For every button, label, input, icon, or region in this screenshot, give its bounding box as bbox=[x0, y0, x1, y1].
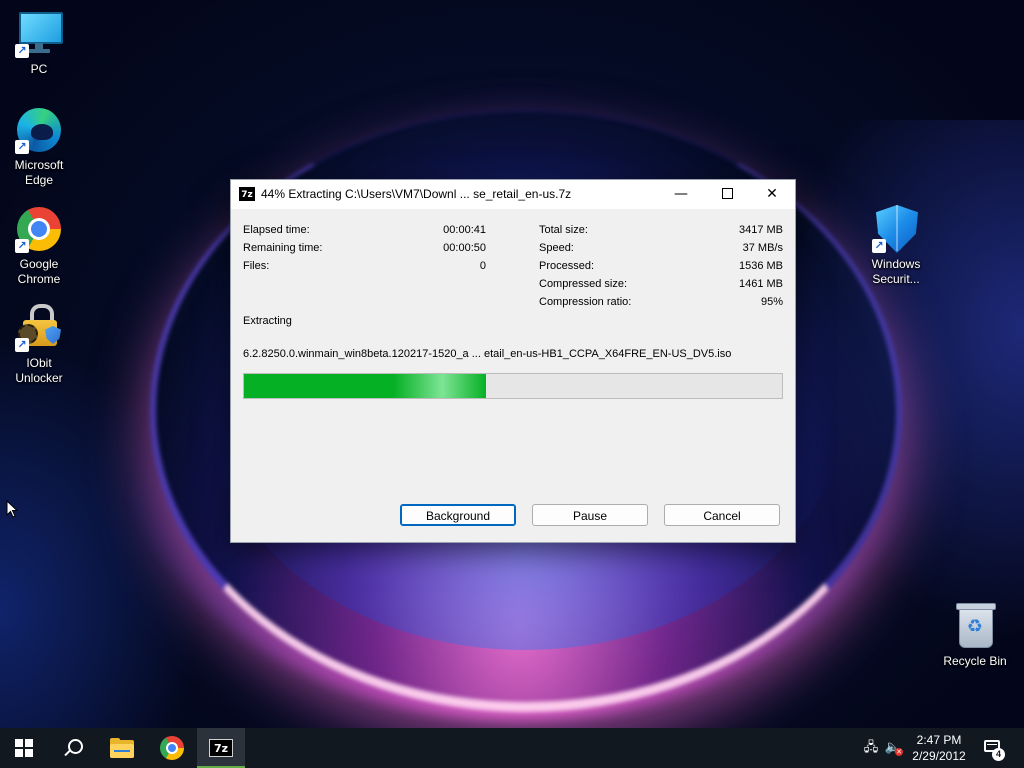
window-titlebar[interactable]: 7z 44% Extracting C:\Users\VM7\Downl ...… bbox=[231, 180, 795, 209]
elapsed-time-value: 00:00:41 bbox=[443, 224, 486, 236]
files-label: Files: bbox=[243, 260, 270, 272]
notification-count-badge: 4 bbox=[992, 748, 1005, 761]
taskbar-clock[interactable]: 2:47 PM 2/29/2012 bbox=[904, 732, 974, 764]
minimize-icon: — bbox=[674, 186, 688, 202]
search-button[interactable] bbox=[48, 728, 96, 768]
taskbar-7zip[interactable]: 7z bbox=[197, 728, 245, 768]
taskbar: 7z 🖧 🔈 ✕ 2:47 PM 2/29/2012 4 bbox=[0, 728, 1024, 768]
maximize-icon bbox=[721, 187, 733, 199]
chrome-icon: ↗ bbox=[15, 205, 63, 253]
desktop-icon-windows-security[interactable]: ↗ Windows Securit... bbox=[858, 205, 934, 287]
close-button[interactable]: ✕ bbox=[749, 180, 795, 209]
speed-label: Speed: bbox=[539, 242, 574, 254]
extract-progress-window[interactable]: 7z 44% Extracting C:\Users\VM7\Downl ...… bbox=[230, 179, 796, 543]
desktop-icon-label: Microsoft Edge bbox=[14, 158, 64, 187]
compression-ratio-label: Compression ratio: bbox=[539, 296, 632, 308]
shortcut-arrow-icon: ↗ bbox=[15, 140, 29, 154]
desktop-icon-recycle-bin[interactable]: ♻ Recycle Bin bbox=[937, 602, 1013, 669]
shortcut-arrow-icon: ↗ bbox=[15, 239, 29, 253]
extract-progress-bar bbox=[243, 373, 783, 399]
desktop-icon-chrome[interactable]: ↗ Google Chrome bbox=[1, 205, 77, 287]
muted-badge-icon: ✕ bbox=[895, 748, 903, 756]
processed-value: 1536 MB bbox=[738, 260, 783, 272]
files-value: 0 bbox=[479, 260, 486, 272]
file-explorer-icon bbox=[110, 738, 134, 758]
compressed-size-label: Compressed size: bbox=[539, 278, 628, 290]
recycle-bin-icon: ♻ bbox=[951, 602, 999, 650]
compressed-size-value: 1461 MB bbox=[738, 278, 783, 290]
7zip-icon: 7z bbox=[209, 739, 233, 757]
taskbar-file-explorer[interactable] bbox=[98, 728, 146, 768]
clock-time: 2:47 PM bbox=[916, 733, 962, 747]
notification-center-button[interactable]: 4 bbox=[982, 738, 1006, 761]
progress-bar-fill bbox=[244, 374, 487, 398]
edge-icon: ↗ bbox=[15, 106, 63, 154]
shortcut-arrow-icon: ↗ bbox=[15, 338, 29, 352]
operation-label: Extracting bbox=[243, 315, 292, 327]
processed-label: Processed: bbox=[539, 260, 595, 272]
desktop-icon-label: IObit Unlocker bbox=[15, 356, 63, 385]
desktop-icon-edge[interactable]: ↗ Microsoft Edge bbox=[1, 106, 77, 188]
maximize-button[interactable] bbox=[704, 180, 750, 209]
start-icon bbox=[15, 739, 33, 757]
volume-muted-icon[interactable]: 🔈 ✕ bbox=[884, 740, 903, 756]
compression-ratio-value: 95% bbox=[760, 296, 783, 308]
network-icon[interactable]: 🖧 bbox=[862, 740, 880, 756]
elapsed-time-label: Elapsed time: bbox=[243, 224, 310, 236]
shortcut-arrow-icon: ↗ bbox=[872, 239, 886, 253]
cancel-button[interactable]: Cancel bbox=[664, 504, 780, 526]
pc-icon: ↗ bbox=[15, 10, 63, 58]
current-file-path: 6.2.8250.0.winmain_win8beta.120217-1520_… bbox=[243, 348, 732, 360]
mouse-cursor-icon bbox=[6, 499, 19, 518]
total-size-value: 3417 MB bbox=[738, 224, 783, 236]
speed-value: 37 MB/s bbox=[742, 242, 783, 254]
remaining-time-value: 00:00:50 bbox=[443, 242, 486, 254]
desktop-icon-label: Google Chrome bbox=[17, 257, 61, 286]
desktop-icon-label: PC bbox=[30, 62, 48, 76]
desktop-icon-pc[interactable]: ↗ PC bbox=[1, 10, 77, 77]
shortcut-arrow-icon: ↗ bbox=[15, 44, 29, 58]
minimize-button[interactable]: — bbox=[658, 180, 704, 209]
start-button[interactable] bbox=[0, 728, 48, 768]
close-icon: ✕ bbox=[766, 186, 778, 202]
remaining-time-label: Remaining time: bbox=[243, 242, 323, 254]
desktop-icon-label: Recycle Bin bbox=[943, 654, 1007, 668]
desktop-icon-label: Windows Securit... bbox=[871, 257, 921, 286]
windows-security-icon: ↗ bbox=[872, 205, 920, 253]
window-title: 44% Extracting C:\Users\VM7\Downl ... se… bbox=[261, 187, 572, 201]
total-size-label: Total size: bbox=[539, 224, 588, 236]
iobit-unlocker-icon: ↗ bbox=[15, 304, 63, 352]
taskbar-chrome[interactable] bbox=[148, 728, 196, 768]
pause-button[interactable]: Pause bbox=[532, 504, 648, 526]
7zip-app-icon: 7z bbox=[239, 187, 255, 201]
background-button[interactable]: Background bbox=[400, 504, 516, 526]
desktop-icon-iobit-unlocker[interactable]: ↗ IObit Unlocker bbox=[1, 304, 77, 386]
clock-date: 2/29/2012 bbox=[912, 749, 966, 763]
